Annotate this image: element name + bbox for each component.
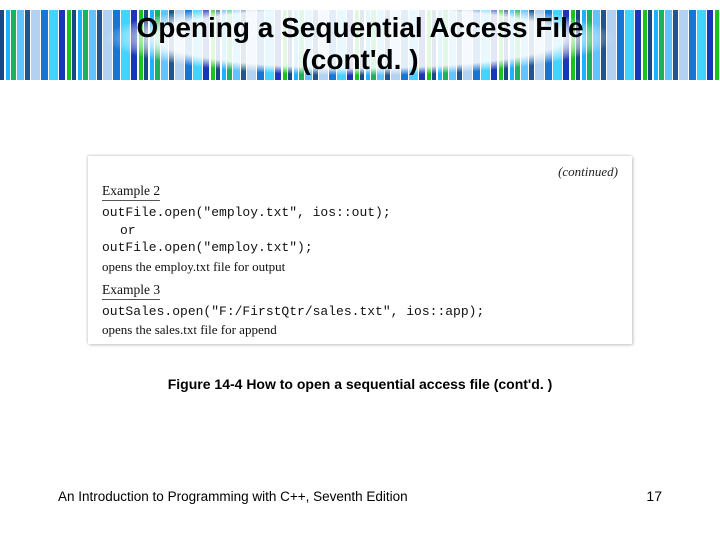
example2-heading: Example 2 (102, 183, 160, 201)
title-line-1: Opening a Sequential Access File (136, 12, 583, 43)
page-number: 17 (646, 488, 662, 504)
example2-code-1: outFile.open("employ.txt", ios::out); (102, 204, 618, 222)
example2-note: opens the employ.txt file for output (102, 259, 618, 275)
example3-heading: Example 3 (102, 282, 160, 300)
figure-caption: Figure 14-4 How to open a sequential acc… (0, 376, 720, 392)
footer-text: An Introduction to Programming with C++,… (58, 489, 408, 504)
title-line-2: (cont'd. ) (301, 44, 418, 75)
continued-label: (continued) (102, 164, 618, 180)
slide: Opening a Sequential Access File (cont'd… (0, 0, 720, 540)
example3-note: opens the sales.txt file for append (102, 322, 618, 338)
example3-code-1: outSales.open("F:/FirstQtr/sales.txt", i… (102, 303, 618, 321)
example2-or: or (102, 222, 618, 240)
figure-box: (continued) Example 2 outFile.open("empl… (88, 156, 632, 344)
example2-code-2: outFile.open("employ.txt"); (102, 239, 618, 257)
slide-title: Opening a Sequential Access File (cont'd… (0, 12, 720, 76)
